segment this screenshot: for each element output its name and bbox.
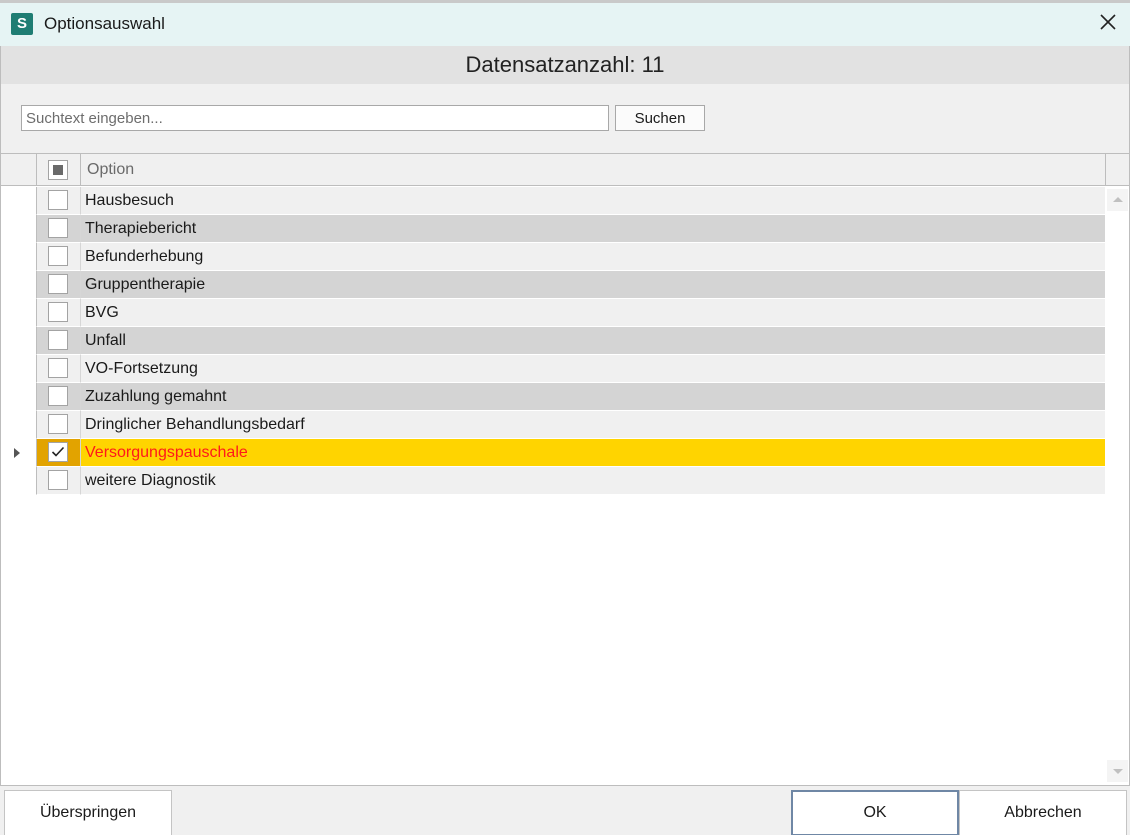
grid-rows: Hausbesuch Therapiebericht Befunderhebung G… — [1, 187, 1105, 495]
row-checkbox[interactable] — [48, 274, 68, 294]
table-row[interactable]: Versorgungspauschale — [1, 439, 1105, 467]
row-option-label: weitere Diagnostik — [85, 472, 216, 489]
scroll-up-icon[interactable] — [1107, 189, 1128, 211]
close-button[interactable] — [1086, 3, 1130, 45]
row-option-cell[interactable]: Versorgungspauschale — [81, 439, 1105, 467]
row-check-cell — [36, 187, 81, 215]
row-checkbox[interactable] — [48, 218, 68, 238]
row-option-cell[interactable]: Dringlicher Behandlungsbedarf — [81, 411, 1105, 439]
row-check-cell — [36, 383, 81, 411]
table-row[interactable]: Gruppentherapie — [1, 271, 1105, 299]
row-check-cell — [36, 271, 81, 299]
row-option-cell[interactable]: weitere Diagnostik — [81, 467, 1105, 495]
table-row[interactable]: Unfall — [1, 327, 1105, 355]
row-check-cell — [36, 411, 81, 439]
row-check-cell — [36, 355, 81, 383]
scroll-down-icon[interactable] — [1107, 760, 1128, 782]
row-checkbox[interactable] — [48, 302, 68, 322]
row-option-label: VO-Fortsetzung — [85, 360, 198, 377]
row-checkbox[interactable] — [48, 386, 68, 406]
table-row[interactable]: VO-Fortsetzung — [1, 355, 1105, 383]
row-check-cell — [36, 299, 81, 327]
table-row[interactable]: weitere Diagnostik — [1, 467, 1105, 495]
search-input[interactable] — [21, 105, 609, 131]
header-check-cell — [36, 154, 81, 186]
row-checkbox[interactable] — [48, 190, 68, 210]
row-checkbox[interactable] — [48, 442, 68, 462]
row-option-cell[interactable]: BVG — [81, 299, 1105, 327]
checkmark-icon — [51, 446, 65, 457]
skip-button[interactable]: Überspringen — [4, 790, 172, 835]
header-separator — [1105, 154, 1106, 186]
row-checkbox[interactable] — [48, 470, 68, 490]
row-option-label: Versorgungspauschale — [85, 444, 248, 461]
search-area: Suchen — [0, 84, 1130, 153]
row-checkbox[interactable] — [48, 246, 68, 266]
title-bar: S Optionsauswahl — [0, 0, 1130, 46]
table-row[interactable]: Befunderhebung — [1, 243, 1105, 271]
table-row[interactable]: BVG — [1, 299, 1105, 327]
row-option-cell[interactable]: Therapiebericht — [81, 215, 1105, 243]
row-option-cell[interactable]: VO-Fortsetzung — [81, 355, 1105, 383]
row-option-label: Unfall — [85, 332, 126, 349]
row-option-label: Dringlicher Behandlungsbedarf — [85, 416, 305, 433]
row-option-label: BVG — [85, 304, 119, 321]
column-header-option[interactable]: Option — [87, 161, 134, 179]
table-row[interactable]: Zuzahlung gemahnt — [1, 383, 1105, 411]
row-option-label: Gruppentherapie — [85, 276, 206, 293]
search-button[interactable]: Suchen — [615, 105, 705, 131]
table-row[interactable]: Dringlicher Behandlungsbedarf — [1, 411, 1105, 439]
table-row[interactable]: Therapiebericht — [1, 215, 1105, 243]
record-count-label: Datensatzanzahl: 11 — [465, 52, 665, 77]
options-grid: Option Hausbesuch Therapiebericht Befunder… — [0, 153, 1130, 785]
row-check-cell — [36, 327, 81, 355]
row-option-label: Therapiebericht — [85, 220, 197, 237]
app-icon: S — [11, 13, 33, 35]
row-check-cell — [36, 439, 81, 467]
row-check-cell — [36, 243, 81, 271]
table-row[interactable]: Hausbesuch — [1, 187, 1105, 215]
row-check-cell — [36, 215, 81, 243]
grid-header: Option — [1, 154, 1129, 186]
select-all-checkbox[interactable] — [48, 160, 68, 180]
ok-button[interactable]: OK — [791, 790, 959, 835]
dialog-footer: Überspringen OK Abbrechen — [0, 785, 1130, 835]
record-count-bar: Datensatzanzahl: 11 — [0, 46, 1130, 84]
row-check-cell — [36, 467, 81, 495]
row-checkbox[interactable] — [48, 358, 68, 378]
row-option-cell[interactable]: Zuzahlung gemahnt — [81, 383, 1105, 411]
window-title: Optionsauswahl — [44, 14, 165, 33]
row-indicator-icon — [14, 448, 20, 458]
vertical-scrollbar[interactable] — [1106, 187, 1129, 784]
row-option-label: Hausbesuch — [85, 192, 174, 209]
row-option-cell[interactable]: Gruppentherapie — [81, 271, 1105, 299]
row-option-cell[interactable]: Hausbesuch — [81, 187, 1105, 215]
row-checkbox[interactable] — [48, 414, 68, 434]
row-option-label: Befunderhebung — [85, 248, 204, 265]
row-checkbox[interactable] — [48, 330, 68, 350]
row-option-cell[interactable]: Unfall — [81, 327, 1105, 355]
close-icon — [1100, 14, 1116, 30]
cancel-button[interactable]: Abbrechen — [959, 790, 1127, 835]
row-option-label: Zuzahlung gemahnt — [85, 388, 227, 405]
row-option-cell[interactable]: Befunderhebung — [81, 243, 1105, 271]
